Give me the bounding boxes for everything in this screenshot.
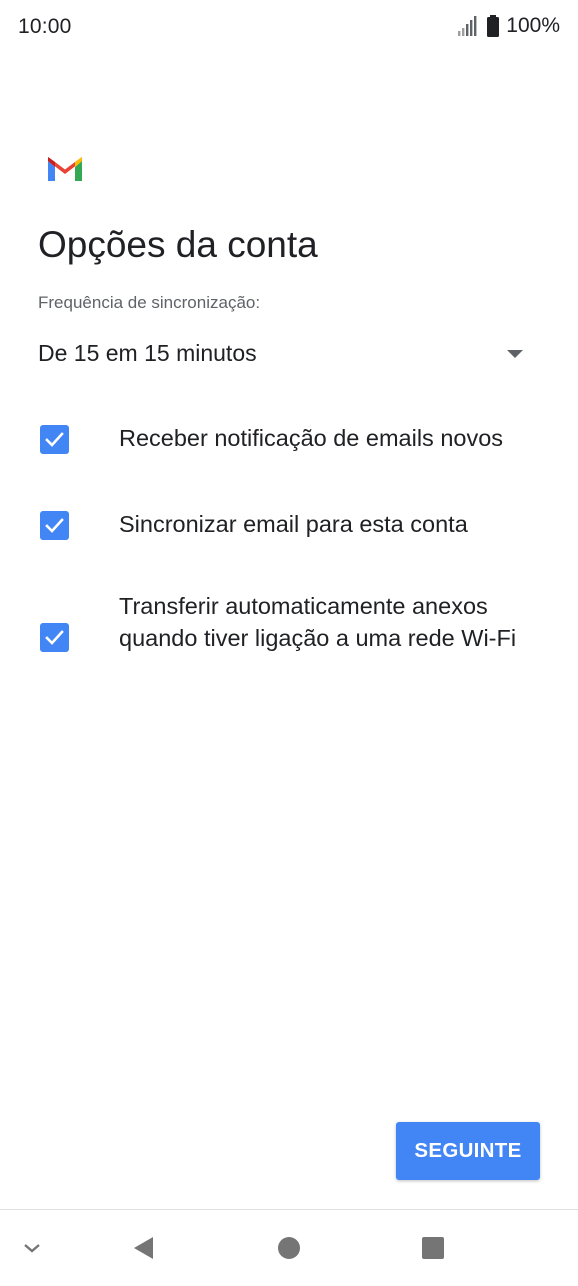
next-button[interactable]: SEGUINTE xyxy=(396,1122,540,1180)
option-label: Receber notificação de emails novos xyxy=(119,425,504,451)
option-auto-download-attachments[interactable]: Transferir automaticamente anexos quando… xyxy=(0,590,578,690)
battery-icon xyxy=(486,14,500,38)
recents-icon[interactable] xyxy=(415,1230,451,1266)
navigation-bar xyxy=(0,1210,578,1286)
checkbox-checked-icon[interactable] xyxy=(40,511,69,540)
status-bar: 10:00 100% xyxy=(0,0,578,56)
checkbox-checked-icon[interactable] xyxy=(40,425,69,454)
signal-icon xyxy=(456,14,480,38)
status-icons: 100% xyxy=(456,14,560,38)
option-label: Sincronizar email para esta conta xyxy=(119,511,468,537)
dropdown-arrow-icon xyxy=(507,350,523,358)
checkbox-checked-icon[interactable] xyxy=(40,623,69,652)
sync-frequency-dropdown[interactable]: De 15 em 15 minutos xyxy=(38,332,528,380)
sync-frequency-value: De 15 em 15 minutos xyxy=(38,340,257,366)
option-new-email-notification[interactable]: Receber notificação de emails novos xyxy=(0,420,578,460)
chevron-down-icon[interactable] xyxy=(14,1230,50,1266)
battery-percentage: 100% xyxy=(506,14,560,37)
home-icon[interactable] xyxy=(271,1230,307,1266)
option-label: Transferir automaticamente anexos quando… xyxy=(119,593,517,651)
status-time: 10:00 xyxy=(18,15,72,38)
page-title: Opções da conta xyxy=(38,224,318,265)
gmail-logo xyxy=(46,155,84,183)
option-sync-email[interactable]: Sincronizar email para esta conta xyxy=(0,506,578,546)
back-icon[interactable] xyxy=(125,1230,161,1266)
sync-frequency-label: Frequência de sincronização: xyxy=(38,293,261,312)
